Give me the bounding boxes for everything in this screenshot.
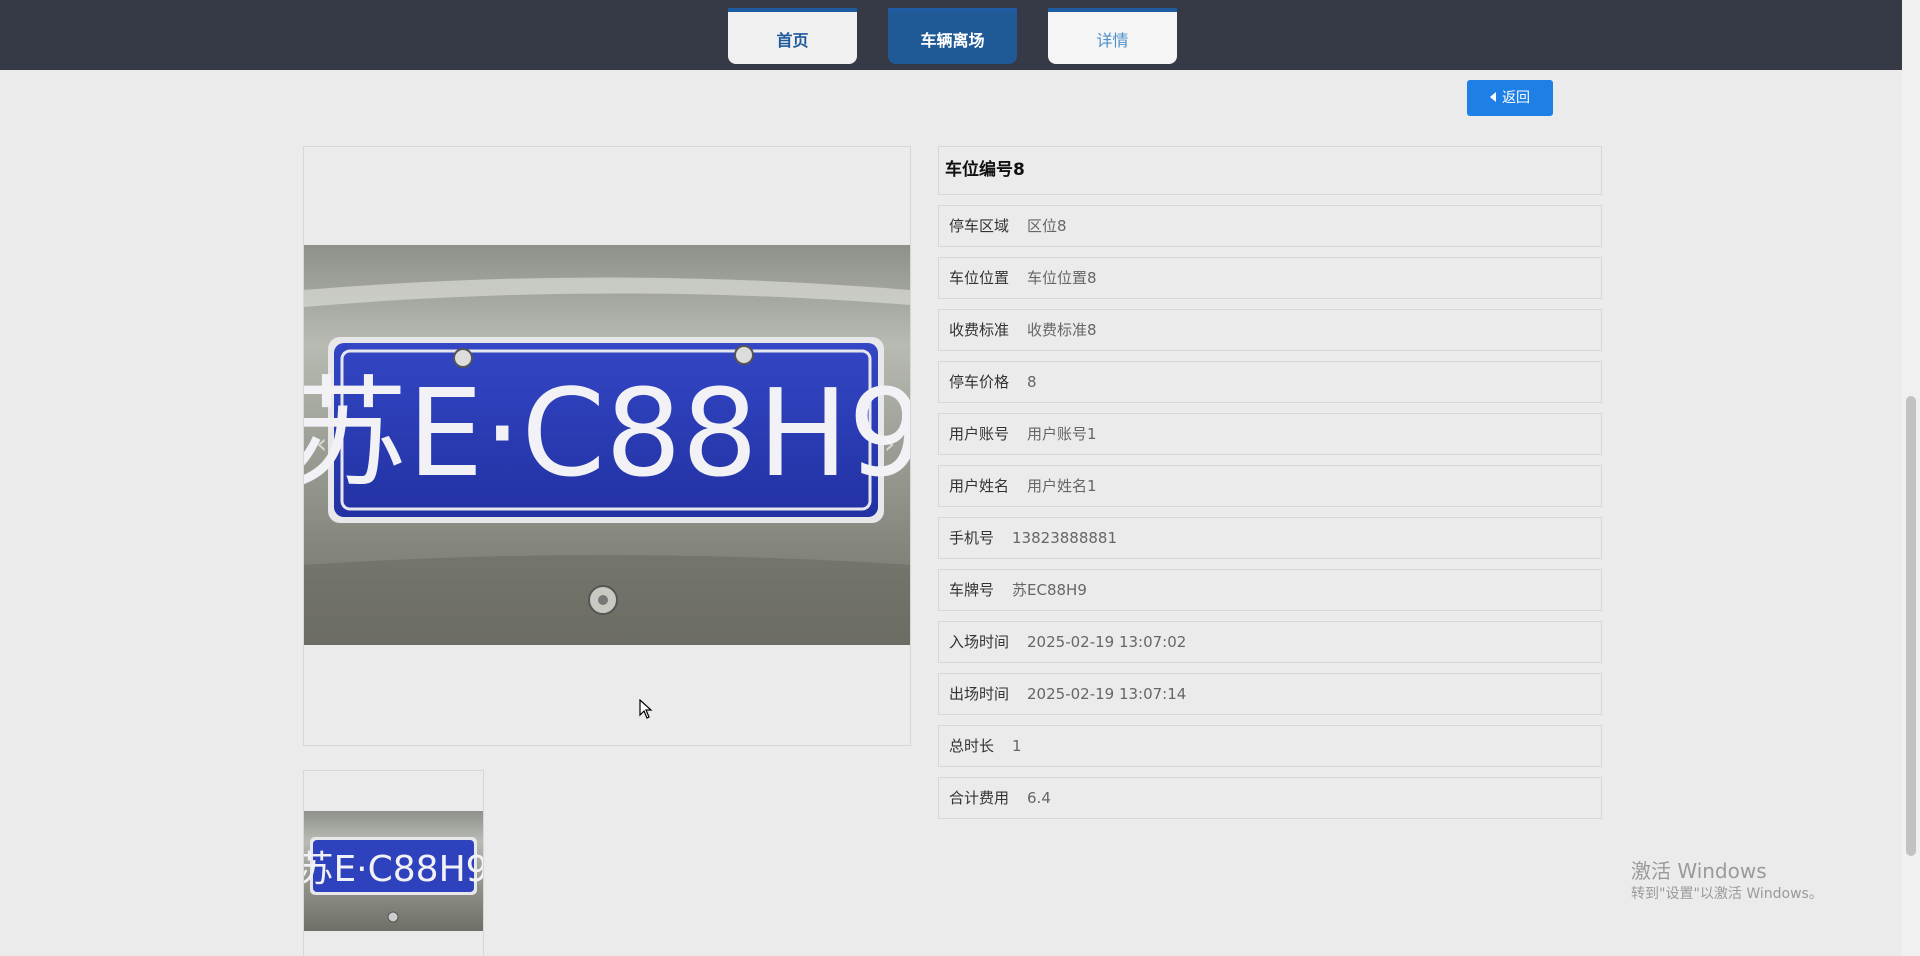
caret-left-icon xyxy=(1490,92,1496,102)
detail-row-parking-price: 停车价格 8 xyxy=(938,361,1602,403)
detail-value: 收费标准8 xyxy=(1027,321,1097,339)
detail-label: 用户账号 xyxy=(949,425,1010,443)
detail-label: 停车价格 xyxy=(949,373,1010,391)
detail-value: 13823888881 xyxy=(1012,529,1117,547)
license-plate-image: 苏E·C88H9 xyxy=(304,245,910,645)
detail-row-total-duration: 总时长 1 xyxy=(938,725,1602,767)
detail-row-fee-standard: 收费标准 收费标准8 xyxy=(938,309,1602,351)
mouse-cursor-icon xyxy=(639,698,653,723)
watermark-title: 激活 Windows xyxy=(1631,859,1767,883)
detail-label: 出场时间 xyxy=(949,685,1010,703)
detail-label: 收费标准 xyxy=(949,321,1010,339)
detail-row-total-fee: 合计费用 6.4 xyxy=(938,777,1602,819)
detail-row-user-account: 用户账号 用户账号1 xyxy=(938,413,1602,455)
detail-row-space-location: 车位位置 车位位置8 xyxy=(938,257,1602,299)
detail-value: 2025-02-19 13:07:02 xyxy=(1027,633,1187,651)
detail-value: 区位8 xyxy=(1027,217,1067,235)
detail-value: 8 xyxy=(1027,373,1037,391)
plate-text: 苏E·C88H9 xyxy=(304,365,910,504)
detail-row-plate-number: 车牌号 苏EC88H9 xyxy=(938,569,1602,611)
detail-value: 苏EC88H9 xyxy=(1012,581,1087,599)
watermark-subtitle: 转到"设置"以激活 Windows。 xyxy=(1631,886,1823,902)
detail-label: 车位位置 xyxy=(949,269,1010,287)
detail-value: 6.4 xyxy=(1027,789,1051,807)
vertical-scrollbar[interactable] xyxy=(1902,0,1920,956)
thumbnail-item[interactable]: 苏E·C88H9 xyxy=(304,811,483,931)
tab-home[interactable]: 首页 xyxy=(728,8,857,64)
detail-row-user-name: 用户姓名 用户姓名1 xyxy=(938,465,1602,507)
windows-activation-watermark: 激活 Windows 转到"设置"以激活 Windows。 xyxy=(1631,858,1823,904)
back-button[interactable]: 返回 xyxy=(1467,80,1553,116)
detail-value: 2025-02-19 13:07:14 xyxy=(1027,685,1187,703)
detail-row-parking-area: 停车区域 区位8 xyxy=(938,205,1602,247)
detail-row-exit-time: 出场时间 2025-02-19 13:07:14 xyxy=(938,673,1602,715)
detail-value: 车位位置8 xyxy=(1027,269,1097,287)
thumbnail-strip: 苏E·C88H9 xyxy=(303,770,484,956)
image-carousel: 苏E·C88H9 ‹ › xyxy=(303,146,911,746)
detail-row-phone: 手机号 13823888881 xyxy=(938,517,1602,559)
detail-label: 合计费用 xyxy=(949,789,1010,807)
back-button-label: 返回 xyxy=(1502,90,1530,106)
detail-label: 总时长 xyxy=(949,737,995,755)
carousel-prev-icon[interactable]: ‹ xyxy=(316,427,327,460)
detail-label: 车牌号 xyxy=(949,581,995,599)
detail-label: 手机号 xyxy=(949,529,995,547)
detail-value: 用户姓名1 xyxy=(1027,477,1097,495)
detail-label: 停车区域 xyxy=(949,217,1010,235)
license-plate-photo: 苏E·C88H9 xyxy=(304,245,910,645)
thumbnail-plate-text: 苏E·C88H9 xyxy=(304,849,483,890)
detail-value: 用户账号1 xyxy=(1027,425,1097,443)
detail-label: 入场时间 xyxy=(949,633,1010,651)
detail-title: 车位编号8 xyxy=(938,146,1602,195)
thumbnail-image: 苏E·C88H9 xyxy=(304,811,483,931)
scrollbar-thumb[interactable] xyxy=(1906,396,1916,856)
tab-details[interactable]: 详情 xyxy=(1048,8,1177,64)
detail-row-entry-time: 入场时间 2025-02-19 13:07:02 xyxy=(938,621,1602,663)
detail-value: 1 xyxy=(1012,737,1022,755)
detail-label: 用户姓名 xyxy=(949,477,1010,495)
carousel-next-icon[interactable]: › xyxy=(884,427,895,460)
tab-vehicle-exit[interactable]: 车辆离场 xyxy=(888,8,1017,64)
top-nav-bar: 首页 车辆离场 详情 xyxy=(0,0,1902,70)
